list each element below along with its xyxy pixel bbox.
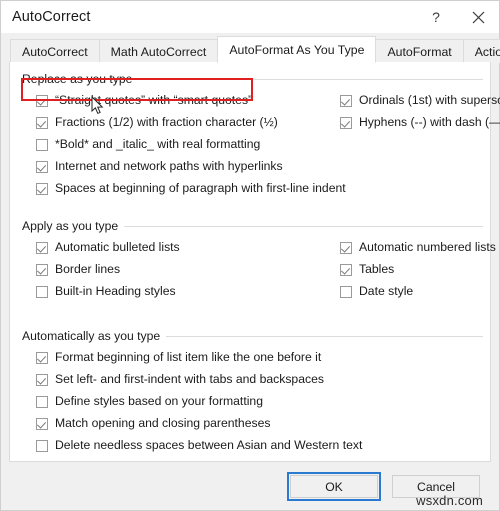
title-bar-buttons: ? xyxy=(415,1,499,33)
checkbox-label: Define styles based on your formatting xyxy=(55,394,263,408)
checkbox-icon[interactable] xyxy=(36,418,48,430)
checkbox-label: Border lines xyxy=(55,262,121,276)
group-columns: “Straight quotes” with “smart quotes” Fr… xyxy=(10,87,500,202)
checkbox-icon[interactable] xyxy=(36,161,48,173)
checkbox-label: Built-in Heading styles xyxy=(55,284,176,298)
checkbox-row[interactable]: Set left- and first-indent with tabs and… xyxy=(36,371,456,393)
group-rule xyxy=(124,225,483,227)
checkbox-label: Automatic numbered lists xyxy=(359,240,496,254)
checkbox-label: Date style xyxy=(359,284,414,298)
checkbox-label: Fractions (1/2) with fraction character … xyxy=(55,115,278,129)
group-title: Replace as you type xyxy=(22,72,133,86)
checkbox-icon[interactable] xyxy=(340,117,352,129)
checkbox-label: *Bold* and _italic_ with real formatting xyxy=(55,137,261,151)
checkbox-icon[interactable] xyxy=(36,396,48,408)
tab-math-autocorrect[interactable]: Math AutoCorrect xyxy=(98,39,219,63)
group-columns: Automatic bulleted lists Border lines Bu… xyxy=(10,234,496,305)
checkbox-label: Match opening and closing parentheses xyxy=(55,416,271,430)
checkbox-row[interactable]: Ordinals (1st) with superscript xyxy=(340,92,500,114)
tab-autocorrect[interactable]: AutoCorrect xyxy=(10,39,100,63)
checkbox-label: Set left- and first-indent with tabs and… xyxy=(55,372,324,386)
checkbox-label: Hyphens (--) with dash (—) xyxy=(359,115,500,129)
checkbox-icon[interactable] xyxy=(36,183,48,195)
checkbox-row[interactable]: Match opening and closing parentheses xyxy=(36,415,456,437)
checkbox-label: Ordinals (1st) with superscript xyxy=(359,93,500,107)
checkbox-row[interactable]: Fractions (1/2) with fraction character … xyxy=(36,114,336,136)
checkbox-label: Format beginning of list item like the o… xyxy=(55,350,322,364)
group-columns: Format beginning of list item like the o… xyxy=(10,344,490,481)
checkbox-icon[interactable] xyxy=(36,264,48,276)
checkbox-label: Internet and network paths with hyperlin… xyxy=(55,159,283,173)
checkbox-row[interactable]: Spaces at beginning of paragraph with fi… xyxy=(36,180,346,202)
checkbox-row[interactable]: Define styles based on your formatting xyxy=(36,393,456,415)
checkbox-row[interactable]: Date style xyxy=(340,283,496,305)
autocorrect-dialog: AutoCorrect ? AutoCorrect Math AutoCorre… xyxy=(0,0,500,511)
group-rule xyxy=(166,335,483,337)
checkbox-row[interactable]: Delete needless spaces between Asian and… xyxy=(36,437,456,459)
group-apply-as-you-type: Apply as you type Automatic bulleted lis… xyxy=(10,202,496,305)
checkbox-row[interactable]: Border lines xyxy=(36,261,336,283)
group-column-right: Automatic numbered lists Tables Date sty… xyxy=(336,239,496,305)
checkbox-row[interactable]: *Bold* and _italic_ with real formatting xyxy=(36,136,336,158)
checkbox-icon[interactable] xyxy=(340,242,352,254)
group-column-left: Automatic bulleted lists Border lines Bu… xyxy=(36,239,336,305)
tab-autoformat[interactable]: AutoFormat xyxy=(375,39,464,63)
checkbox-label: Spaces at beginning of paragraph with fi… xyxy=(55,181,346,195)
checkbox-row[interactable]: Hyphens (--) with dash (—) xyxy=(340,114,500,136)
checkbox-label: Tables xyxy=(359,262,395,276)
group-column-left: “Straight quotes” with “smart quotes” Fr… xyxy=(36,92,346,202)
checkbox-label: Delete needless spaces between Asian and… xyxy=(55,438,363,452)
group-title: Apply as you type xyxy=(22,219,119,233)
group-replace-as-you-type: Replace as you type “Straight quotes” wi… xyxy=(10,62,500,202)
checkbox-icon[interactable] xyxy=(36,117,48,129)
help-icon[interactable]: ? xyxy=(415,1,457,33)
checkbox-icon[interactable] xyxy=(36,374,48,386)
dialog-footer: OK Cancel wsxdn.com xyxy=(1,462,499,510)
checkbox-row[interactable]: Automatic numbered lists xyxy=(340,239,496,261)
checkbox-row[interactable]: Tables xyxy=(340,261,496,283)
checkbox-icon[interactable] xyxy=(36,95,48,107)
checkbox-row[interactable]: Built-in Heading styles xyxy=(36,283,336,305)
checkbox-label: “Straight quotes” with “smart quotes” xyxy=(55,93,253,107)
checkbox-icon[interactable] xyxy=(340,95,352,107)
checkbox-row[interactable]: Internet and network paths with hyperlin… xyxy=(36,158,336,180)
group-column-right: Ordinals (1st) with superscript Hyphens … xyxy=(336,92,500,202)
tab-actions[interactable]: Actions xyxy=(462,39,500,63)
watermark: wsxdn.com xyxy=(416,493,483,508)
checkbox-icon[interactable] xyxy=(36,286,48,298)
tab-strip: AutoCorrect Math AutoCorrect AutoFormat … xyxy=(1,33,500,63)
group-header: Replace as you type xyxy=(10,71,490,87)
tab-autoformat-as-you-type[interactable]: AutoFormat As You Type xyxy=(217,36,377,63)
title-bar: AutoCorrect ? xyxy=(1,1,499,33)
checkbox-row[interactable]: “Straight quotes” with “smart quotes” xyxy=(36,92,336,114)
group-rule xyxy=(138,78,483,80)
group-header: Automatically as you type xyxy=(10,328,490,344)
page-title: AutoCorrect xyxy=(12,9,91,25)
group-title: Automatically as you type xyxy=(22,329,161,343)
checkbox-row[interactable]: Automatic bulleted lists xyxy=(36,239,336,261)
checkbox-icon[interactable] xyxy=(36,139,48,151)
group-header: Apply as you type xyxy=(10,218,490,234)
checkbox-icon[interactable] xyxy=(340,286,352,298)
group-automatically-as-you-type: Automatically as you type Format beginni… xyxy=(10,305,490,481)
checkbox-label: Automatic bulleted lists xyxy=(55,240,180,254)
ok-button[interactable]: OK xyxy=(290,475,378,498)
tab-panel-autoformat-as-you-type: Replace as you type “Straight quotes” wi… xyxy=(9,62,500,474)
checkbox-icon[interactable] xyxy=(36,440,48,452)
checkbox-icon[interactable] xyxy=(36,352,48,364)
close-icon[interactable] xyxy=(457,1,499,33)
checkbox-row[interactable]: Format beginning of list item like the o… xyxy=(36,349,456,371)
checkbox-icon[interactable] xyxy=(340,264,352,276)
checkbox-icon[interactable] xyxy=(36,242,48,254)
ok-button-focus-ring: OK xyxy=(287,472,381,501)
